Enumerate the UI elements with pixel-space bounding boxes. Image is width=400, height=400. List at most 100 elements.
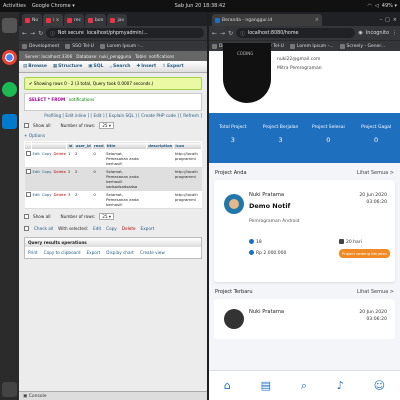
browser-tab-active[interactable]: i × [43, 14, 63, 26]
files-icon[interactable] [2, 18, 17, 33]
back-icon[interactable]: ← [22, 30, 27, 37]
bell-icon[interactable]: ♪ [337, 379, 344, 392]
col-user-id[interactable]: user_id [73, 141, 93, 150]
breadcrumb-server[interactable]: Server: localhost:3306 [25, 54, 72, 59]
minimize-icon[interactable]: – [380, 17, 383, 23]
row-controls-bottom: Show all Number of rows: 25 ▾ [24, 213, 202, 220]
see-all-link[interactable]: Lihat Semua > [357, 170, 394, 176]
pma-content: ✔ Showing rows 0 - 2 (3 total, Query too… [19, 73, 207, 263]
url-field[interactable]: ⓘ localhost:8080/home [236, 28, 356, 38]
browser-tab[interactable]: No [22, 14, 42, 26]
bookmark-item[interactable]: Screely - Gener... [339, 43, 385, 49]
breadcrumb-database[interactable]: Database: nuki_pengguna [76, 54, 131, 59]
row-checkbox[interactable] [25, 192, 31, 197]
vscode-icon[interactable] [2, 114, 17, 129]
show-all-checkbox[interactable] [24, 123, 29, 128]
stat-running: Project Berjalan 3 [262, 125, 299, 144]
tab-insert[interactable]: ✚ Insert [136, 64, 156, 69]
console-icon: ▣ [23, 394, 28, 399]
col-description[interactable]: description [146, 141, 175, 150]
apps-grid-icon[interactable] [2, 382, 17, 397]
row-checkbox[interactable] [25, 169, 31, 174]
bookmark-item[interactable]: SSO Tel-U [65, 43, 94, 49]
delete-link[interactable]: Delete [54, 151, 66, 156]
print-button[interactable]: Print [28, 250, 38, 255]
query-links[interactable]: Profiling [ Edit inline ] [ Edit ] [ Exp… [24, 113, 202, 118]
reload-icon[interactable]: ↻ [38, 30, 43, 37]
browser-tab[interactable]: bon [85, 14, 107, 26]
console-bar[interactable]: ▣ Console [19, 391, 207, 400]
col-title[interactable]: title [104, 141, 148, 150]
tab-export[interactable]: ⇪ Export [162, 64, 183, 69]
person-icon[interactable]: ☺ [374, 379, 385, 392]
copy-link[interactable]: Copy [40, 149, 53, 168]
chrome-icon[interactable] [2, 50, 17, 65]
app-menu[interactable]: Google Chrome ▾ [32, 3, 75, 9]
tab-search[interactable]: ⌕ Search [109, 64, 130, 70]
battery-status[interactable]: 49% ▾ [382, 3, 397, 9]
tab-sql[interactable]: ▣ SQL [88, 64, 103, 69]
copy-link[interactable]: Copy [40, 190, 53, 209]
cell-title: Selamat, Pemesanan anda berhasil! sadsad… [105, 167, 147, 191]
close-tab-icon[interactable]: × [315, 17, 319, 23]
export-button[interactable]: Export [87, 250, 101, 255]
bookmark-item[interactable]: Development [22, 43, 59, 49]
options-toggle[interactable]: + Options [24, 133, 202, 138]
rows-select[interactable]: 25 ▾ [99, 122, 115, 129]
info-icon[interactable]: ⓘ [50, 30, 55, 37]
forward-icon[interactable]: → [30, 30, 35, 37]
spotify-icon[interactable] [2, 82, 17, 97]
project-title: Demo Notif [249, 202, 291, 210]
create-view-button[interactable]: Create view [140, 250, 165, 255]
home-icon[interactable]: ⌂ [224, 379, 231, 392]
col-read[interactable]: read [91, 141, 106, 150]
show-all-checkbox[interactable] [24, 214, 29, 219]
bulk-export-button[interactable]: Export [141, 226, 155, 231]
volume-icon[interactable]: ◁ [375, 3, 379, 9]
back-icon[interactable]: ← [212, 30, 217, 37]
latest-project-card[interactable]: Nuki Pratama 20 Jun 2020 03:06:20 [214, 299, 395, 339]
see-all-link[interactable]: Lihat Semua > [357, 289, 394, 295]
delete-link[interactable]: Delete [54, 192, 66, 197]
project-card[interactable]: Nuki Pratama Demo Notif Pemrograman Andr… [214, 180, 395, 282]
url-field[interactable]: ⓘ Not secure localhost/phpmyadmin/... [46, 28, 204, 38]
bookmark-item[interactable]: Lorem Ipsum -... [289, 43, 334, 49]
display-chart-button[interactable]: Display chart [106, 250, 134, 255]
bulk-copy-button[interactable]: Copy [106, 226, 117, 231]
browser-tab[interactable]: jav [107, 14, 128, 26]
project-stats: Total Project 3 Project Berjalan 3 Project… [209, 113, 400, 163]
edit-link[interactable]: Edit [31, 149, 41, 168]
breadcrumb-table[interactable]: Table: notifications [135, 54, 174, 59]
bulk-edit-button[interactable]: Edit [93, 226, 101, 231]
bookmark-icon [289, 43, 295, 49]
menu-icon[interactable]: ⋮ [392, 30, 397, 36]
edit-link[interactable]: Edit [31, 190, 41, 209]
check-all-checkbox[interactable] [24, 226, 29, 231]
rows-select[interactable]: 25 ▾ [99, 213, 115, 220]
copy-link[interactable]: Copy [40, 167, 53, 191]
browser-tab[interactable]: rec [64, 14, 84, 26]
maximize-icon[interactable]: □ [385, 17, 390, 23]
delete-link[interactable]: Delete [54, 169, 66, 174]
info-icon[interactable]: ⓘ [240, 30, 245, 37]
tab-structure[interactable]: ▦ Structure [53, 64, 82, 69]
activities-button[interactable]: Activities [3, 3, 26, 9]
col-icon[interactable]: icon [173, 141, 202, 150]
col-id[interactable]: id [66, 141, 75, 150]
export-icon: ⇪ [162, 64, 166, 69]
browser-tab-active[interactable]: Beranda - nganggur.id × [212, 14, 322, 26]
copy-clipboard-button[interactable]: Copy to clipboard [44, 250, 81, 255]
row-checkbox[interactable] [25, 151, 31, 156]
tab-browse[interactable]: ▤ Browse [23, 64, 47, 69]
search-icon[interactable]: ⌕ [301, 379, 307, 393]
reload-icon[interactable]: ↻ [228, 30, 233, 37]
bookmark-item[interactable]: Lorem Ipsum -... [99, 43, 144, 49]
cell-description [146, 190, 174, 209]
wifi-icon[interactable]: ◠ [368, 3, 372, 9]
check-all-label[interactable]: Check all [34, 226, 53, 231]
bulk-delete-button[interactable]: Delete [122, 226, 136, 231]
edit-link[interactable]: Edit [31, 167, 41, 191]
close-window-icon[interactable]: × [393, 17, 397, 23]
forward-icon[interactable]: → [220, 30, 225, 37]
news-icon[interactable]: ▤ [261, 379, 271, 392]
